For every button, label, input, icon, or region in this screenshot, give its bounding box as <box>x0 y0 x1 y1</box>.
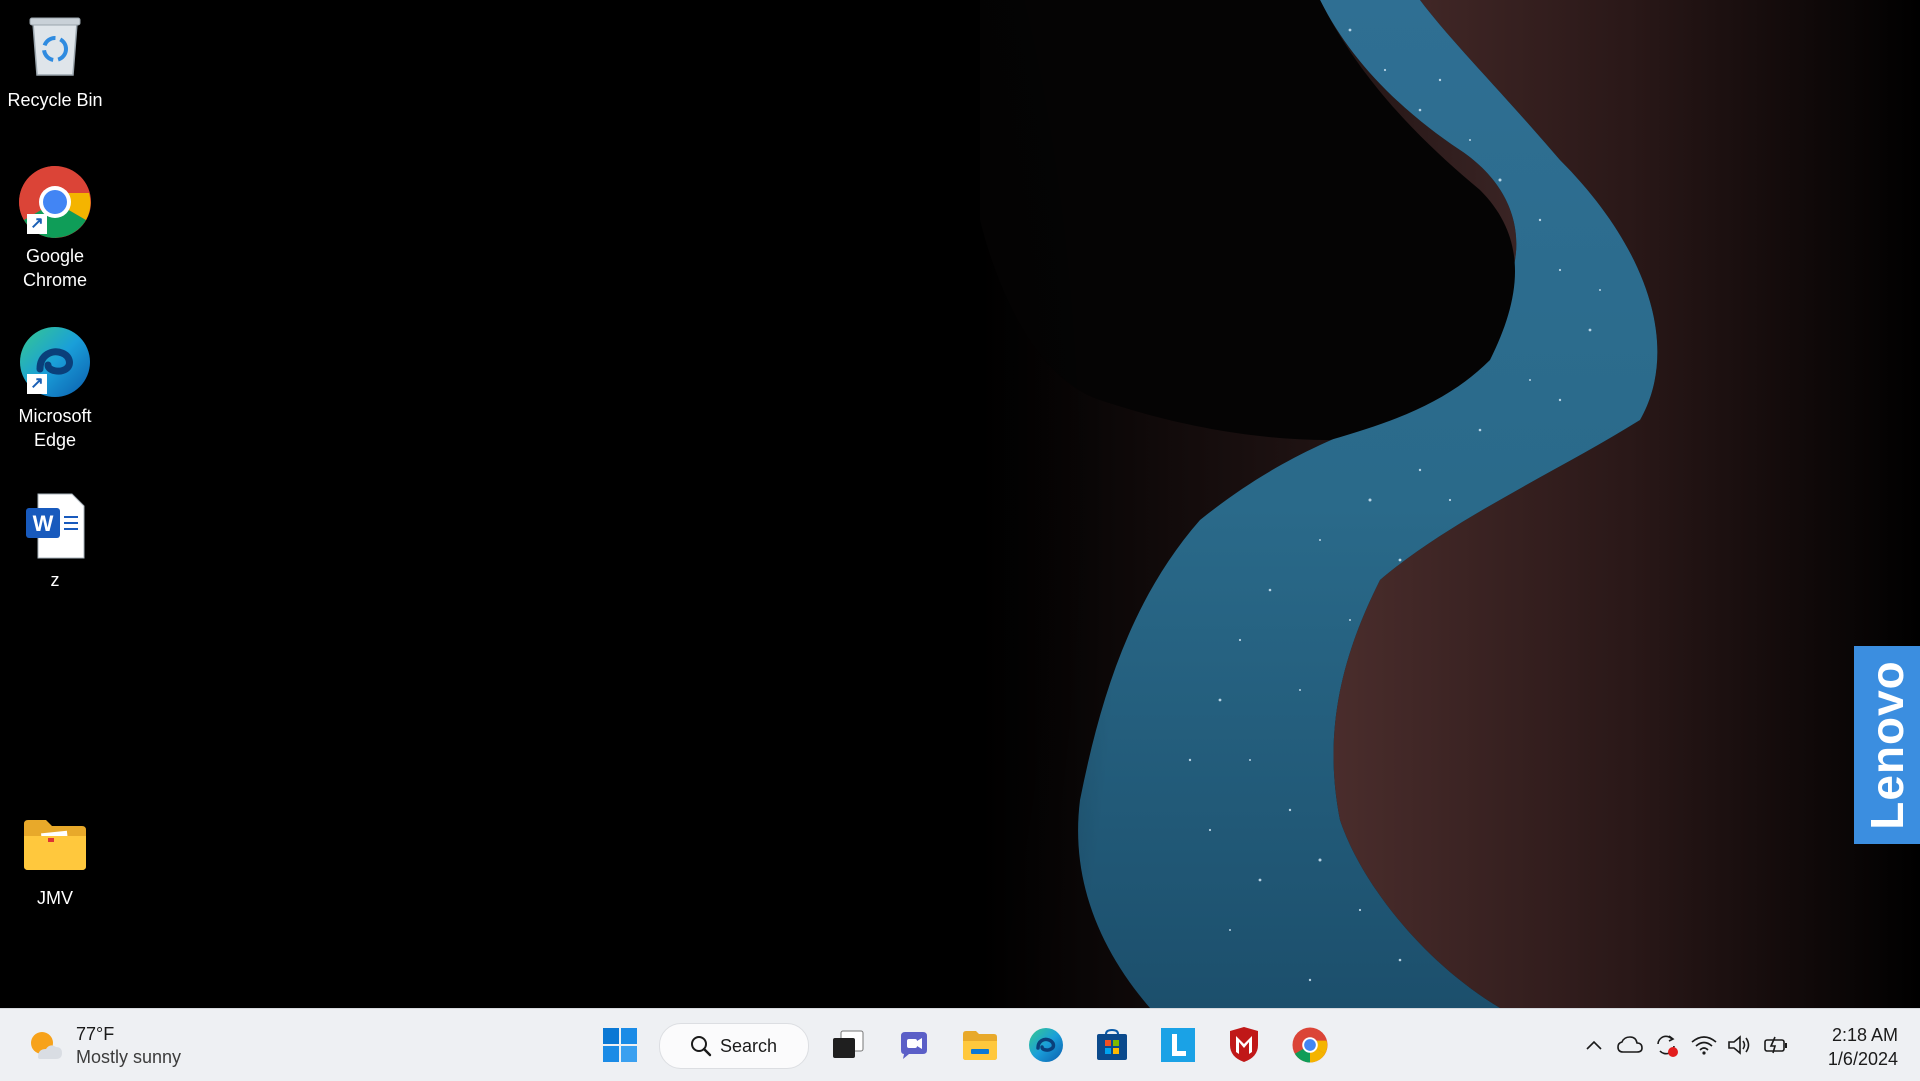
wifi-icon[interactable] <box>1690 1031 1718 1059</box>
lenovo-vantage-icon <box>1161 1028 1195 1062</box>
microsoft-store-button[interactable] <box>1086 1019 1138 1071</box>
sync-alert-icon[interactable] <box>1652 1031 1680 1059</box>
mcafee-icon <box>1230 1027 1258 1062</box>
lenovo-logo-badge: Lenovo <box>1854 646 1920 844</box>
search-icon <box>691 1036 712 1057</box>
file-explorer-icon <box>963 1031 997 1060</box>
microsoft-store-icon <box>1097 1028 1127 1060</box>
taskbar-clock[interactable]: 2:18 AM 1/6/2024 <box>1828 1023 1898 1071</box>
desktop-icon-recycle-bin[interactable]: Recycle Bin <box>6 8 104 112</box>
taskbar: 77°F Mostly sunny Search 2:18 AM 1/6/202… <box>0 1008 1920 1081</box>
word-document-icon: W <box>17 488 93 564</box>
weather-condition: Mostly sunny <box>76 1047 182 1067</box>
onedrive-cloud-icon[interactable] <box>1616 1031 1644 1059</box>
desktop-icon-label: z <box>50 570 60 590</box>
chrome-taskbar-button[interactable] <box>1284 1019 1336 1071</box>
shortcut-arrow-icon: ↗ <box>27 214 47 234</box>
edge-taskbar-button[interactable] <box>1020 1019 1072 1071</box>
search-label: Search <box>720 1035 778 1056</box>
task-view-icon <box>833 1030 864 1058</box>
taskbar-search-box[interactable]: Search <box>659 1023 809 1069</box>
start-icon <box>603 1028 637 1062</box>
recycle-bin-icon <box>17 8 93 84</box>
chrome-icon <box>1292 1027 1328 1063</box>
start-button[interactable] <box>594 1019 646 1071</box>
mcafee-button[interactable] <box>1218 1019 1270 1071</box>
lenovo-vantage-button[interactable] <box>1152 1019 1204 1071</box>
battery-charging-icon[interactable] <box>1762 1031 1790 1059</box>
edge-icon <box>1029 1028 1063 1062</box>
weather-temperature: 77°F <box>76 1024 115 1044</box>
teams-chat-icon <box>901 1032 927 1059</box>
shortcut-arrow-icon: ↗ <box>27 374 47 394</box>
svg-text:W: W <box>33 511 54 536</box>
clock-time: 2:18 AM <box>1831 1025 1898 1045</box>
desktop-wallpaper <box>0 0 1920 1008</box>
folder-icon <box>17 806 93 882</box>
desktop-icon-google-chrome[interactable]: ↗ Google Chrome <box>6 164 104 292</box>
edge-icon: ↗ <box>17 324 93 400</box>
desktop-icon-label: Recycle Bin <box>7 90 103 110</box>
file-explorer-button[interactable] <box>954 1019 1006 1071</box>
clock-date: 1/6/2024 <box>1827 1049 1898 1069</box>
chrome-icon: ↗ <box>17 164 93 240</box>
desktop-icon-label: JMV <box>37 888 73 908</box>
chevron-up-icon[interactable] <box>1580 1031 1608 1059</box>
volume-icon[interactable] <box>1726 1031 1754 1059</box>
desktop-icon-label: Google Chrome <box>22 246 88 290</box>
desktop-icon-word-document[interactable]: W z <box>6 488 104 592</box>
desktop-icon-jmv-folder[interactable]: JMV <box>6 806 104 910</box>
desktop-icon-label: Microsoft Edge <box>18 406 92 450</box>
task-view-button[interactable] <box>822 1019 874 1071</box>
system-tray: 2:18 AM 1/6/2024 <box>1580 1009 1920 1081</box>
weather-widget[interactable]: 77°F Mostly sunny <box>26 1023 181 1069</box>
partly-sunny-icon <box>26 1027 64 1065</box>
desktop-icon-microsoft-edge[interactable]: ↗ Microsoft Edge <box>6 324 104 452</box>
teams-chat-button[interactable] <box>888 1019 940 1071</box>
lenovo-logo-text: Lenovo <box>1861 660 1913 830</box>
